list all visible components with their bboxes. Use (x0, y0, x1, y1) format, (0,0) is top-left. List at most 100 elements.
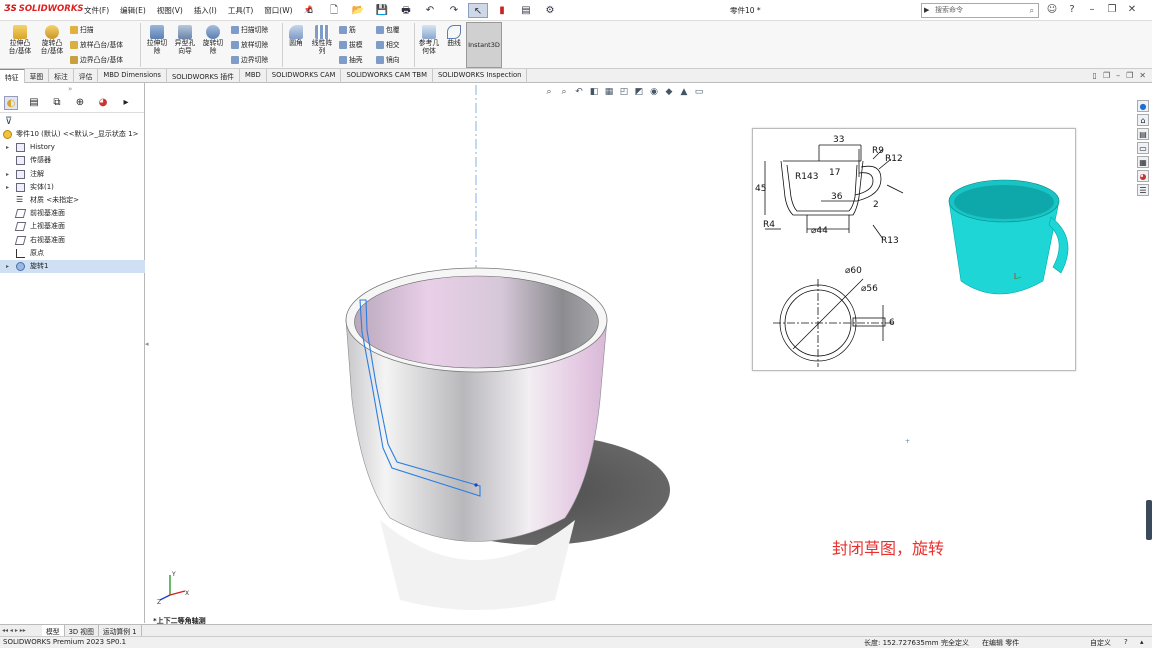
revolved-boss-button[interactable]: 旋转凸 台/基体 (36, 25, 68, 55)
units-custom[interactable]: 自定义 (1090, 638, 1111, 648)
edit-appearance-icon[interactable]: ◆ (663, 86, 675, 98)
tree-item-material[interactable]: ☰ 材质 <未指定> (0, 194, 145, 207)
display-manager-tab-icon[interactable]: ◕ (96, 96, 110, 110)
fillet-button[interactable]: 圆角 (284, 25, 308, 48)
status-expand-icon[interactable]: ▴ (1140, 638, 1144, 646)
extruded-boss-button[interactable]: 拉伸凸 台/基体 (4, 25, 36, 55)
rib-button[interactable]: 筋 (339, 24, 356, 34)
menu-file[interactable]: 文件(F) (84, 5, 109, 16)
swept-cut-button[interactable]: 扫描切除 (231, 24, 268, 34)
tree-item-top-plane[interactable]: 上视基准面 (0, 220, 145, 233)
tree-item-history[interactable]: ▸ History (0, 141, 145, 154)
tab-model[interactable]: 模型 (42, 625, 65, 636)
undo-icon[interactable]: ↶ (420, 3, 440, 18)
new-icon[interactable]: 🗋 (324, 3, 344, 18)
search-commands-input[interactable]: ▶ 搜索命令 ⌕ (921, 3, 1039, 18)
help-icon[interactable]: ? (1065, 3, 1079, 17)
expand-icon[interactable]: ▸ (6, 260, 14, 273)
draft-button[interactable]: 拔模 (339, 39, 363, 49)
tree-item-revolve1[interactable]: ▸ 旋转1 (0, 259, 145, 274)
tab-evaluate[interactable]: 评估 (74, 69, 99, 83)
hole-wizard-button[interactable]: 异型孔 向导 (171, 25, 199, 55)
redo-icon[interactable]: ↷ (444, 3, 464, 18)
curves-button[interactable]: 曲线 (443, 25, 465, 48)
file-explorer-icon[interactable]: ▭ (1137, 142, 1149, 154)
tab-markup[interactable]: 标注 (49, 69, 74, 83)
configuration-manager-tab-icon[interactable]: ⧉ (50, 96, 64, 110)
zoom-to-fit-icon[interactable]: ⌕ (543, 86, 555, 98)
loft-button[interactable]: 放样凸台/基体 (70, 39, 123, 49)
instant3d-button[interactable]: Instant3D (466, 22, 502, 68)
select-icon[interactable]: ↖ (468, 3, 488, 18)
status-help-icon[interactable]: ? (1124, 638, 1128, 646)
filter-icon[interactable]: ⊽ (5, 116, 12, 127)
tree-item-solid-bodies[interactable]: ▸ 实体(1) (0, 181, 145, 194)
section-view-icon[interactable]: ◧ (588, 86, 600, 98)
home-icon[interactable]: ⌂ (300, 3, 320, 18)
minimize-doc-icon[interactable]: – (1116, 71, 1120, 80)
save-icon[interactable]: 💾 (372, 3, 392, 18)
previous-view-icon[interactable]: ↶ (573, 86, 585, 98)
open-icon[interactable]: 📂 (348, 3, 368, 18)
solidworks-resources-icon[interactable]: ● (1137, 100, 1149, 112)
boundary-cut-button[interactable]: 边界切除 (231, 54, 268, 64)
hide-show-items-icon[interactable]: ◉ (648, 86, 660, 98)
view-orientation-icon[interactable]: ◰ (618, 86, 630, 98)
tile-icon[interactable]: ▯ (1093, 71, 1097, 80)
menu-window[interactable]: 窗口(W) (264, 5, 292, 16)
extruded-cut-button[interactable]: 拉伸切 除 (143, 25, 171, 55)
linear-pattern-button[interactable]: 线性阵 列 (308, 25, 336, 55)
dynamic-annotation-icon[interactable]: ▦ (603, 86, 615, 98)
minimize-icon[interactable]: – (1085, 3, 1099, 17)
side-slider-handle[interactable] (1146, 500, 1152, 540)
maximize-doc-icon[interactable]: ❐ (1126, 71, 1133, 80)
feature-manager-tab-icon[interactable]: ◐ (4, 96, 18, 110)
tree-root-part[interactable]: 零件10 (默认) <<默认>_显示状态 1> (0, 128, 145, 141)
custom-properties-icon[interactable]: ☰ (1137, 184, 1149, 196)
close-icon[interactable]: ✕ (1125, 3, 1139, 17)
close-doc-icon[interactable]: ✕ (1139, 71, 1146, 80)
restore-doc-icon[interactable]: ❐ (1103, 71, 1110, 80)
tab-solidworks-addins[interactable]: SOLIDWORKS 插件 (167, 69, 240, 83)
tree-item-right-plane[interactable]: 右视基准面 (0, 234, 145, 247)
intersect-button[interactable]: 相交 (376, 39, 400, 49)
user-icon[interactable]: ☺ (1045, 3, 1059, 17)
tree-item-sensors[interactable]: 传感器 (0, 154, 145, 167)
zoom-to-area-icon[interactable]: ⌕ (558, 86, 570, 98)
design-library-icon[interactable]: ▤ (1137, 128, 1149, 140)
tab-mbd-dimensions[interactable]: MBD Dimensions (98, 69, 167, 83)
tab-features[interactable]: 特征 (0, 69, 25, 83)
view-palette-icon[interactable]: ▦ (1137, 156, 1149, 168)
boundary-boss-button[interactable]: 边界凸台/基体 (70, 54, 123, 64)
tree-item-origin[interactable]: 原点 (0, 247, 145, 260)
expand-icon[interactable]: ▸ (6, 168, 14, 181)
tree-item-front-plane[interactable]: 前视基准面 (0, 207, 145, 220)
sweep-button[interactable]: 扫描 (70, 24, 94, 34)
print-icon[interactable]: 🖶 (396, 3, 416, 18)
tab-solidworks-inspection[interactable]: SOLIDWORKS Inspection (433, 69, 528, 83)
tab-navigation-arrows[interactable]: ◂◂ ◂ ▸ ▸▸ (0, 625, 42, 636)
panel-collapse-handle[interactable]: ◂ (145, 340, 149, 348)
apply-scene-icon[interactable]: ▲ (678, 86, 690, 98)
shell-button[interactable]: 抽壳 (339, 54, 363, 64)
search-icon[interactable]: ⌕ (1030, 4, 1034, 17)
appearances-icon[interactable]: ◕ (1137, 170, 1149, 182)
tab-3d-views[interactable]: 3D 视图 (65, 625, 99, 636)
file-properties-icon[interactable]: ▤ (516, 3, 536, 18)
tab-solidworks-cam[interactable]: SOLIDWORKS CAM (267, 69, 342, 83)
more-tabs-icon[interactable]: ▸ (119, 96, 133, 110)
wrap-button[interactable]: 包覆 (376, 24, 400, 34)
menu-edit[interactable]: 编辑(E) (120, 5, 146, 16)
property-manager-tab-icon[interactable]: ▤ (27, 96, 41, 110)
restore-icon[interactable]: ❐ (1105, 3, 1119, 17)
display-style-icon[interactable]: ◩ (633, 86, 645, 98)
tab-sketch[interactable]: 草图 (25, 69, 50, 83)
lofted-cut-button[interactable]: 放样切除 (231, 39, 268, 49)
menu-view[interactable]: 视图(V) (157, 5, 183, 16)
menu-insert[interactable]: 插入(I) (194, 5, 217, 16)
tree-item-annotations[interactable]: ▸ 注解 (0, 168, 145, 181)
home-icon[interactable]: ⌂ (1137, 114, 1149, 126)
expand-icon[interactable]: ▸ (6, 141, 14, 154)
tab-solidworks-cam-tbm[interactable]: SOLIDWORKS CAM TBM (341, 69, 433, 83)
dimxpert-tab-icon[interactable]: ⊕ (73, 96, 87, 110)
